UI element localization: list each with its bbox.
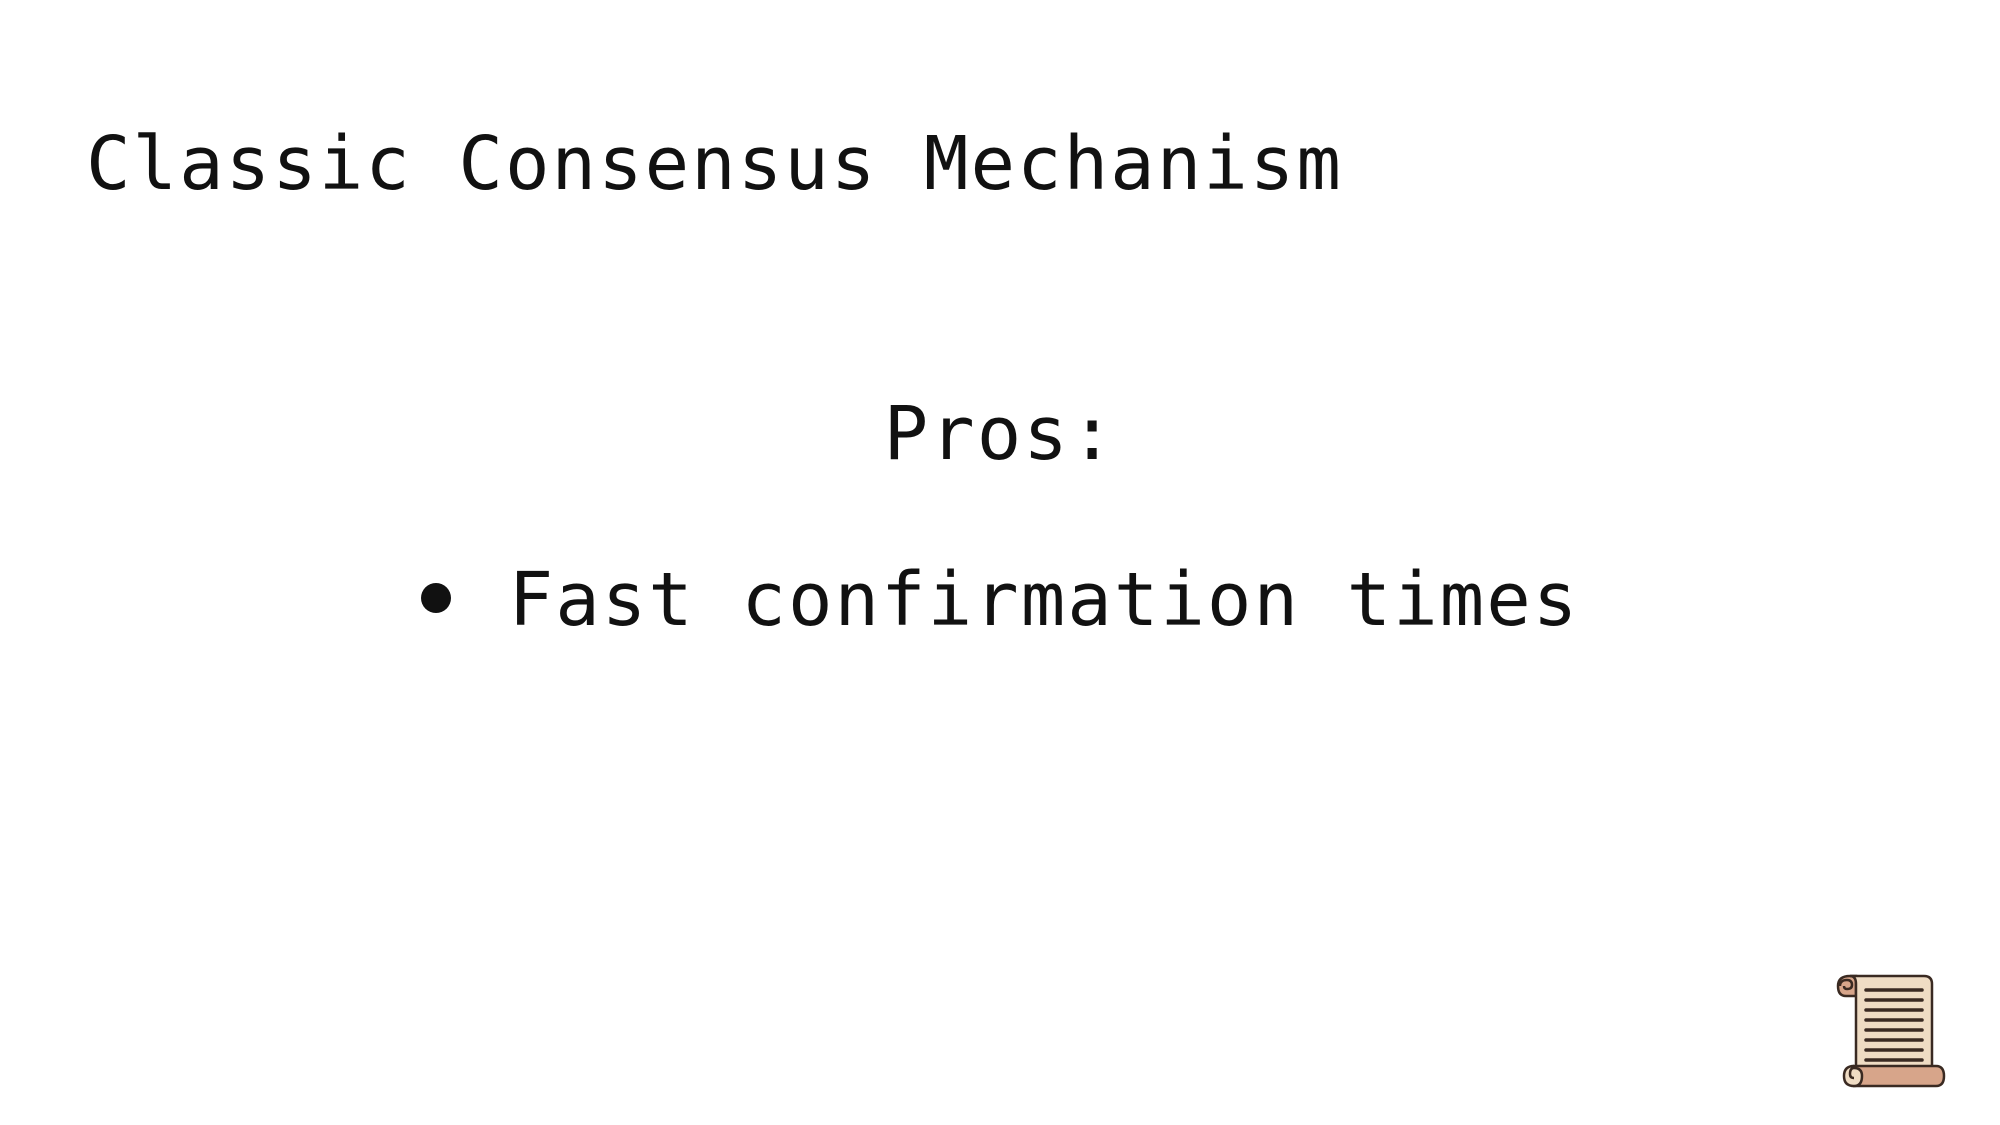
pros-heading: Pros: — [883, 391, 1117, 477]
scroll-icon — [1836, 974, 1946, 1088]
slide-title: Classic Consensus Mechanism — [86, 121, 1343, 207]
bullet-list: Fast confirmation times — [0, 552, 2000, 648]
bullet-text: Fast confirmation times — [508, 557, 1580, 643]
bullet-dot-icon — [420, 583, 451, 614]
list-item: Fast confirmation times — [420, 552, 1580, 648]
slide: Classic Consensus Mechanism Pros: Fast c… — [0, 0, 2000, 1125]
